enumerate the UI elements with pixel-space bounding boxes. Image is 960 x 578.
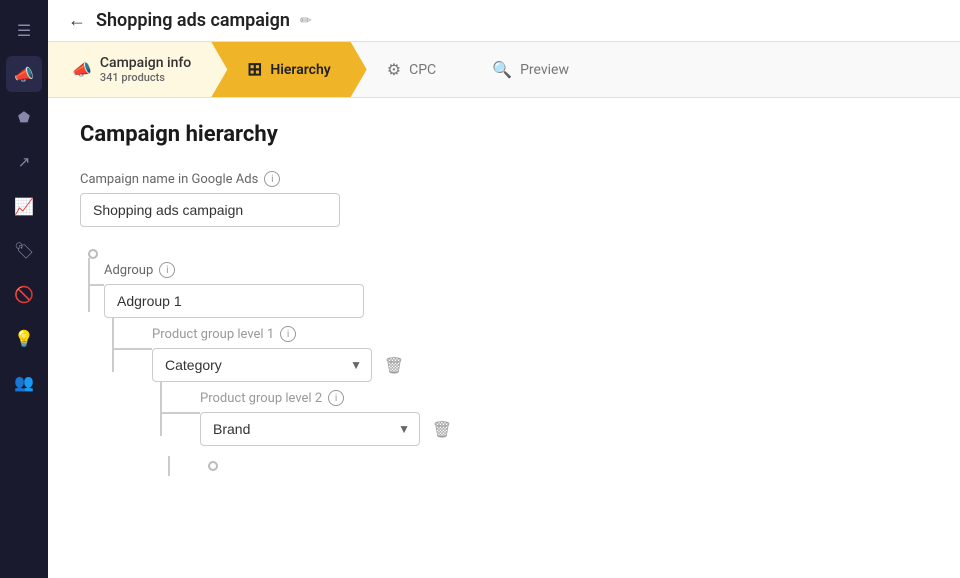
campaign-info-sublabel: 341 products — [100, 71, 191, 84]
campaign-info-label: Campaign info — [100, 55, 191, 71]
tag-icon: 🏷 — [14, 241, 34, 260]
product-group-2-row: Brand Category Condition Item ID Product… — [200, 412, 928, 446]
pg3-hint — [200, 456, 928, 475]
adgroup-info-icon[interactable]: i — [159, 262, 175, 278]
page-header: ← Shopping ads campaign ✏ — [48, 0, 960, 42]
pencil-icon: ✏ — [300, 13, 312, 29]
sidebar-item-share[interactable]: ↗ — [6, 144, 42, 180]
trash-icon-2: 🗑 — [432, 420, 452, 439]
product-group-2-section: Product group level 2 i Brand Category C… — [200, 390, 928, 475]
tab-preview[interactable]: 🔍 Preview — [456, 42, 605, 97]
product-group-1-delete-button[interactable]: 🗑 — [380, 351, 408, 379]
campaign-name-input[interactable] — [80, 193, 340, 227]
preview-icon: 🔍 — [492, 60, 512, 79]
tab-hierarchy[interactable]: ⊞ Hierarchy — [211, 42, 366, 97]
sidebar-item-campaigns[interactable]: 📣 — [6, 56, 42, 92]
pg2-info-icon[interactable]: i — [328, 390, 344, 406]
sidebar: ☰ 📣 ⬟ ↗ 📈 🏷 🚫 💡 👥 — [0, 0, 48, 578]
sidebar-item-users[interactable]: 👥 — [6, 364, 42, 400]
sidebar-item-analytics[interactable]: 📈 — [6, 188, 42, 224]
lightbulb-icon: 💡 — [14, 329, 34, 348]
campaign-name-section: Campaign name in Google Ads i — [80, 171, 928, 227]
sidebar-item-exclusions[interactable]: 🚫 — [6, 276, 42, 312]
block-icon: 🚫 — [14, 285, 34, 304]
megaphone-icon: 📣 — [14, 65, 34, 84]
hierarchy-label: Hierarchy — [270, 62, 330, 78]
product-group-1-section: Product group level 1 i Category Brand C… — [152, 326, 928, 475]
tab-campaign-info[interactable]: 📣 Campaign info 341 products — [48, 42, 227, 97]
sidebar-item-database[interactable]: ⬟ — [6, 100, 42, 136]
preview-label: Preview — [520, 62, 569, 78]
product-group-1-label-row: Product group level 1 i — [152, 326, 928, 342]
campaign-name-info-icon[interactable]: i — [264, 171, 280, 187]
product-group-2-select-wrapper: Brand Category Condition Item ID Product… — [200, 412, 420, 446]
campaign-name-label: Campaign name in Google Ads i — [80, 171, 928, 187]
pg1-info-icon[interactable]: i — [280, 326, 296, 342]
sidebar-item-tags[interactable]: 🏷 — [6, 232, 42, 268]
sidebar-item-menu[interactable]: ☰ — [6, 12, 42, 48]
chart-icon: 📈 — [14, 197, 34, 216]
page-title: Shopping ads campaign — [96, 10, 290, 31]
content-area: Campaign hierarchy Campaign name in Goog… — [48, 98, 960, 578]
hierarchy-icon: ⊞ — [247, 59, 262, 80]
adgroup-input[interactable] — [104, 284, 364, 318]
product-group-2-select[interactable]: Brand Category Condition Item ID Product… — [200, 412, 420, 446]
back-button[interactable]: ← — [68, 10, 86, 31]
adgroup-section: Adgroup i Product group level 1 i — [104, 262, 928, 475]
users-icon: 👥 — [14, 373, 34, 392]
cpc-label: CPC — [409, 62, 436, 78]
main-panel: ← Shopping ads campaign ✏ 📣 Campaign inf… — [48, 0, 960, 578]
cpc-icon: ⚙ — [387, 60, 401, 79]
sidebar-item-insights[interactable]: 💡 — [6, 320, 42, 356]
product-group-2-label-row: Product group level 2 i — [200, 390, 928, 406]
campaign-info-icon: 📣 — [72, 60, 92, 79]
section-title: Campaign hierarchy — [80, 122, 928, 147]
edit-title-button[interactable]: ✏ — [300, 13, 312, 29]
hierarchy-tree: Adgroup i Product group level 1 i — [80, 243, 928, 475]
product-group-1-select[interactable]: Category Brand Condition Item ID Product… — [152, 348, 372, 382]
tab-cpc[interactable]: ⚙ CPC — [351, 42, 472, 97]
share-icon: ↗ — [18, 153, 31, 171]
wizard-tabs: 📣 Campaign info 341 products ⊞ Hierarchy… — [48, 42, 960, 98]
trash-icon: 🗑 — [384, 356, 404, 375]
menu-icon: ☰ — [17, 21, 31, 40]
product-group-1-select-wrapper: Category Brand Condition Item ID Product… — [152, 348, 372, 382]
adgroup-label-row: Adgroup i — [104, 262, 928, 278]
product-group-2-delete-button[interactable]: 🗑 — [428, 415, 456, 443]
database-icon: ⬟ — [18, 110, 30, 126]
back-arrow-icon: ← — [68, 10, 86, 30]
product-group-1-row: Category Brand Condition Item ID Product… — [152, 348, 928, 382]
